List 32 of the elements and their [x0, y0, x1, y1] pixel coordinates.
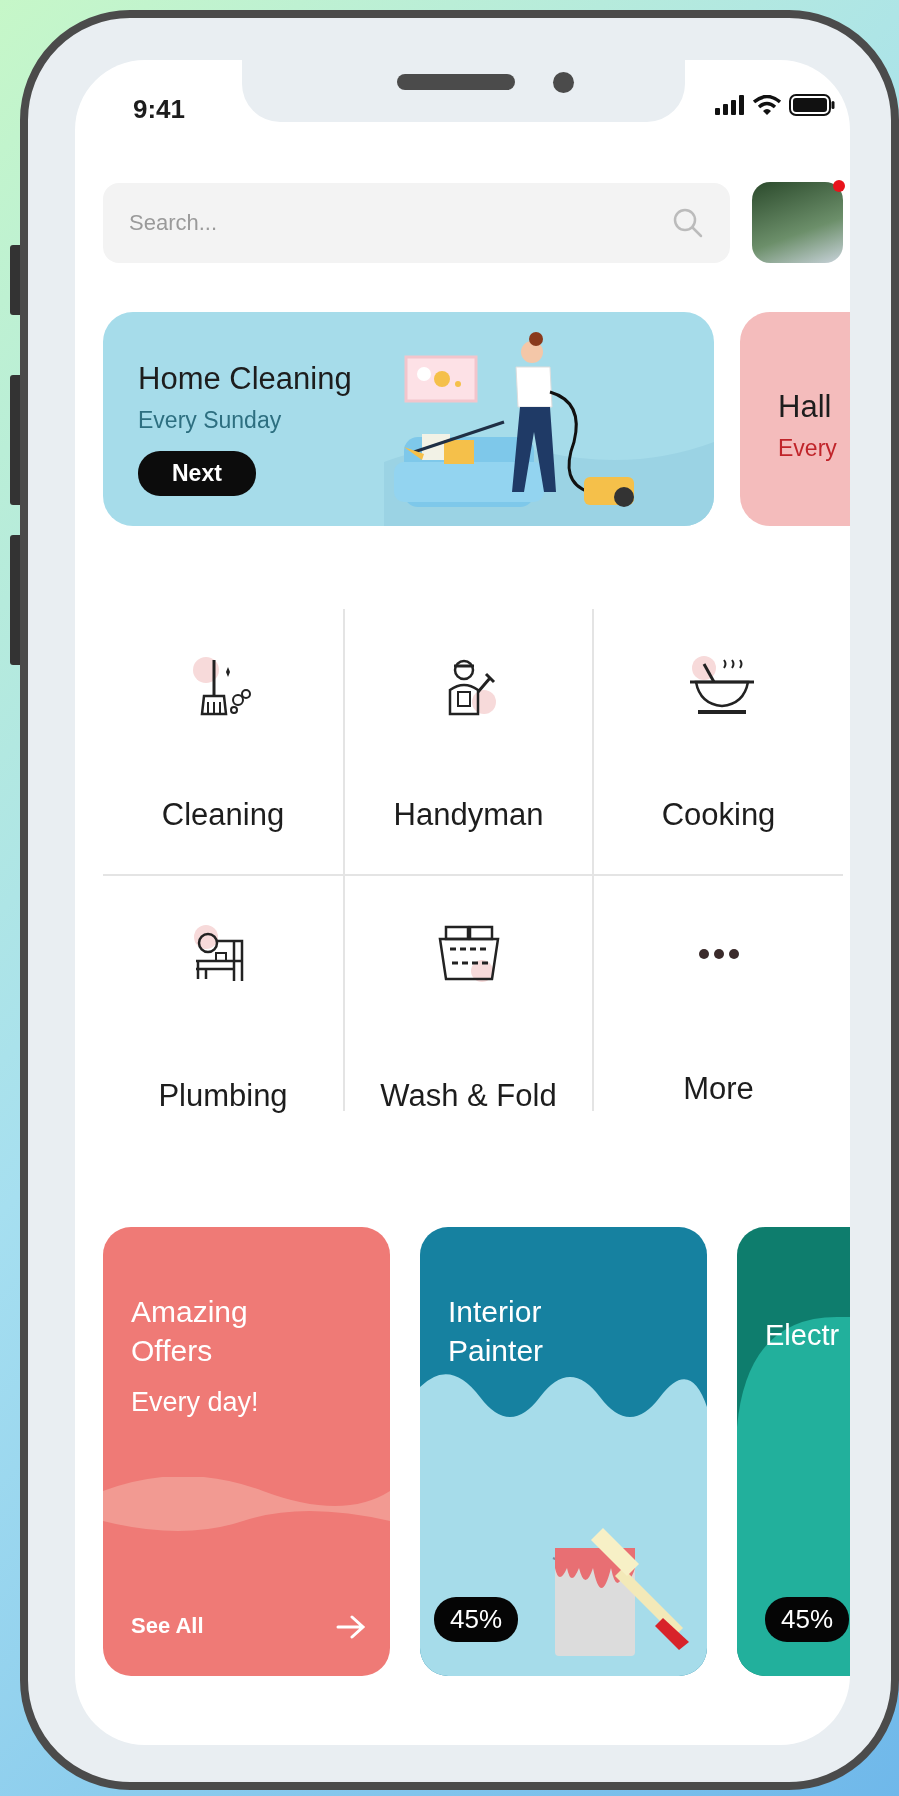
- electrician-card[interactable]: Electr 45%: [737, 1227, 850, 1676]
- promo-title: Electr: [765, 1318, 841, 1353]
- service-tile[interactable]: Cooking: [592, 609, 843, 876]
- signal-icon: [715, 95, 745, 115]
- wifi-icon: [753, 95, 781, 115]
- service-tile[interactable]: Handyman: [343, 609, 592, 876]
- banner-card[interactable]: Hall Every: [740, 312, 850, 526]
- banner-card[interactable]: Home Cleaning Every Sunday Next: [103, 312, 714, 526]
- service-tile[interactable]: Wash & Fold: [343, 876, 592, 1111]
- service-label: Handyman: [393, 796, 544, 834]
- banner-title: Hall: [778, 388, 833, 426]
- battery-icon: [789, 94, 835, 116]
- banner-subtitle: Every: [778, 433, 838, 463]
- service-tile[interactable]: More: [592, 876, 843, 1111]
- more-icon: [698, 948, 739, 960]
- next-button[interactable]: Next: [138, 451, 256, 496]
- profile-photo[interactable]: [752, 182, 843, 263]
- service-label: Cleaning: [161, 796, 285, 834]
- painter-card[interactable]: Interior Painter 45%: [420, 1227, 707, 1676]
- service-label: Cooking: [661, 796, 776, 834]
- service-tile[interactable]: Cleaning: [103, 609, 343, 876]
- promo-subtitle: Every day!: [131, 1386, 260, 1419]
- promo-title: Amazing Offers: [131, 1294, 249, 1369]
- status-time: 9:41: [133, 93, 186, 126]
- service-label: More: [683, 1070, 754, 1108]
- banner-title: Home Cleaning: [138, 360, 353, 398]
- promo-title: Interior Painter: [448, 1294, 545, 1369]
- camera-dot: [553, 72, 574, 93]
- arrow-right-icon[interactable]: [336, 1615, 366, 1639]
- search-icon[interactable]: [672, 206, 704, 239]
- banner-subtitle: Every Sunday: [138, 405, 283, 435]
- search-field[interactable]: Search...: [103, 182, 730, 263]
